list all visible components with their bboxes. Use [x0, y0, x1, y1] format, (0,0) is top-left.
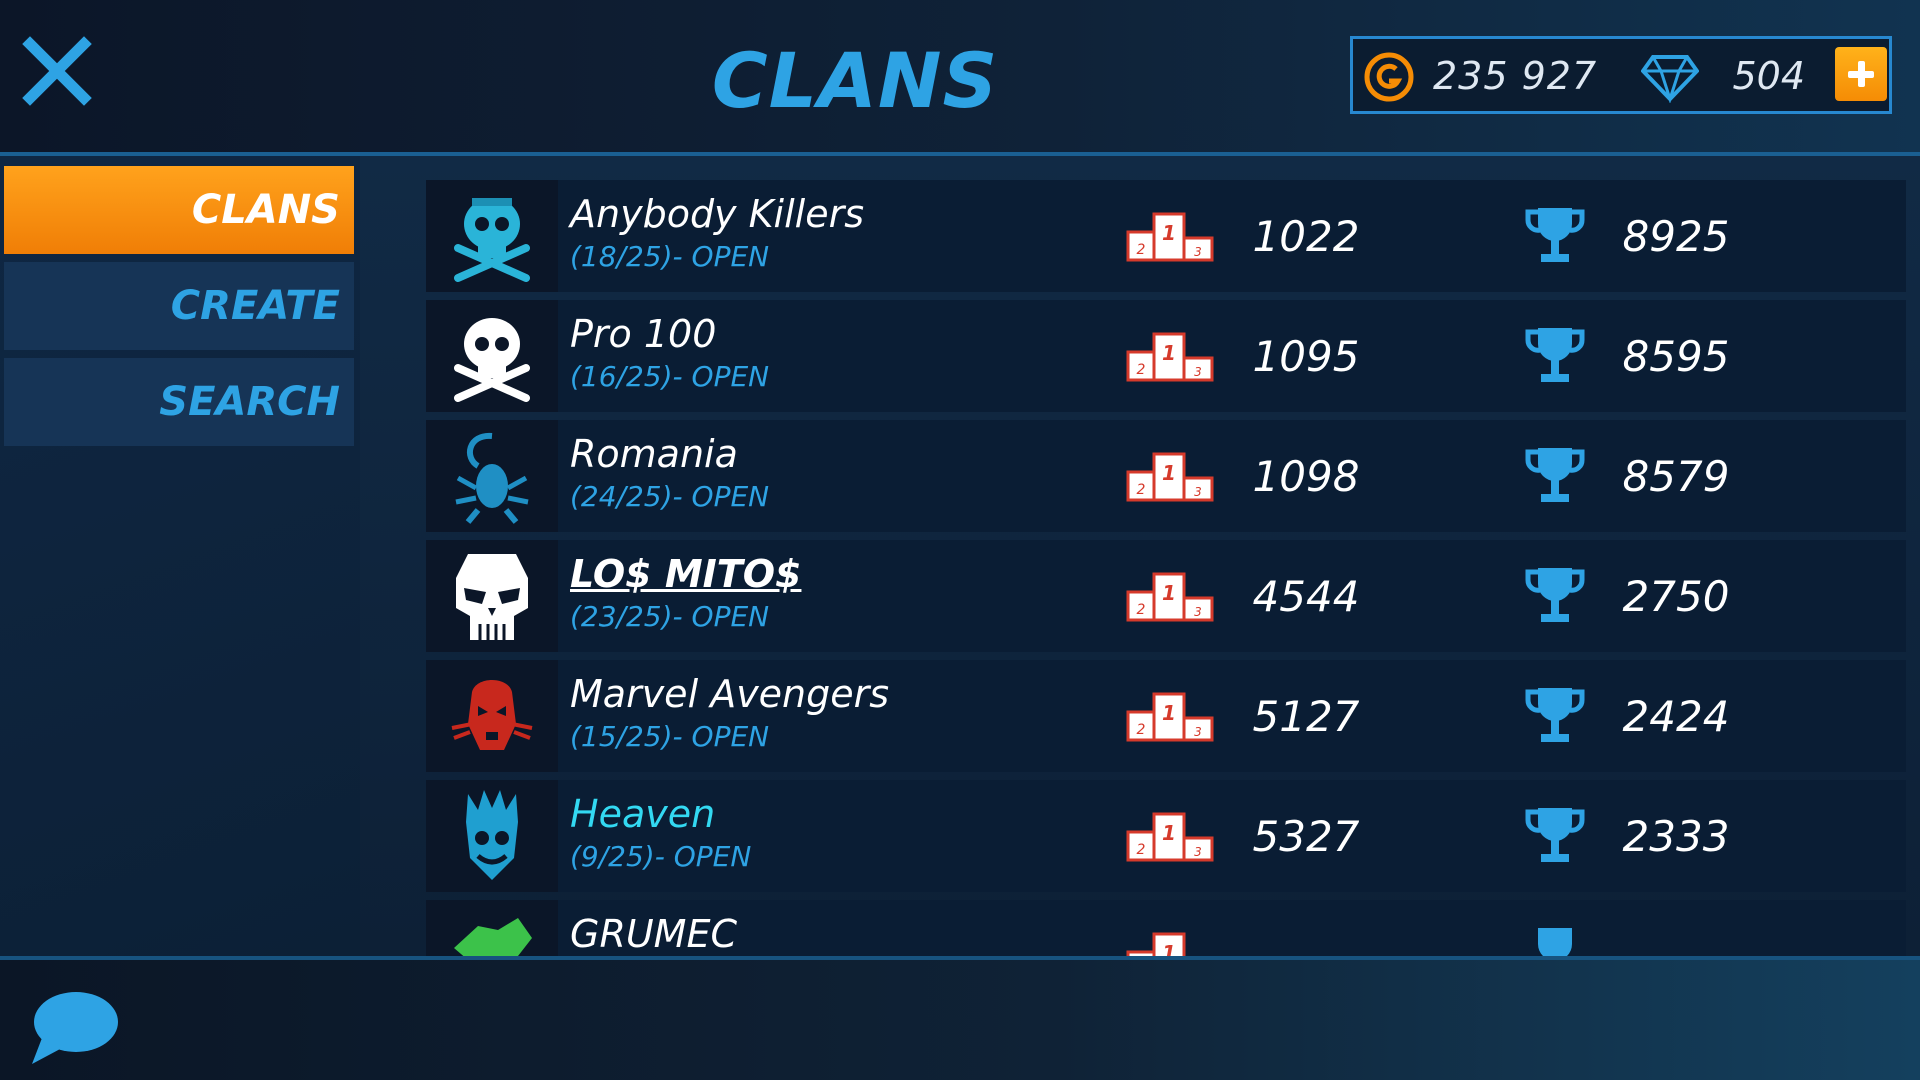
rank-value: 4544 — [1252, 572, 1360, 621]
clan-emblem — [426, 900, 558, 960]
clan-name: LO$ MITO$ — [570, 552, 802, 596]
svg-text:1: 1 — [1162, 701, 1176, 725]
clan-status: (18/25)- OPEN — [570, 240, 770, 273]
currency-panel: 235 927 504 — [1350, 36, 1892, 114]
podium-icon: 1 2 3 — [1126, 212, 1214, 262]
close-icon[interactable] — [22, 36, 92, 106]
clan-name: Heaven — [570, 792, 716, 836]
sidebar: CLANS CREATE SEARCH — [0, 156, 360, 960]
svg-text:2: 2 — [1137, 242, 1146, 258]
svg-text:3: 3 — [1194, 245, 1202, 259]
clan-row[interactable]: LO$ MITO$ (23/25)- OPEN 1 2 3 4544 2750 — [426, 540, 1906, 652]
clan-status: (9/25)- OPEN — [570, 840, 752, 873]
trophy-value: 8579 — [1622, 452, 1730, 501]
clan-name: Romania — [570, 432, 738, 476]
add-currency-button[interactable] — [1835, 47, 1887, 101]
clan-emblem — [426, 180, 558, 292]
trophy-value: 2750 — [1622, 572, 1730, 621]
rank-value: 1095 — [1252, 332, 1360, 381]
clan-row[interactable]: GRUMEC 1 — [426, 900, 1906, 960]
clan-list: Anybody Killers (18/25)- OPEN 1 2 3 1022… — [426, 180, 1906, 960]
clan-status: (24/25)- OPEN — [570, 480, 770, 513]
clan-name: Anybody Killers — [570, 192, 865, 236]
green-dragon-icon — [454, 918, 532, 960]
sidebar-item-clans[interactable]: CLANS — [4, 166, 354, 254]
podium-icon: 1 2 3 — [1126, 812, 1214, 862]
clan-name: Pro 100 — [570, 312, 717, 356]
clan-status: (15/25)- OPEN — [570, 720, 770, 753]
svg-text:3: 3 — [1194, 725, 1202, 739]
diamond-icon — [1641, 55, 1699, 103]
punisher-skull-icon — [456, 554, 528, 640]
gem-amount: 504 — [1732, 54, 1805, 98]
svg-text:2: 2 — [1137, 362, 1146, 378]
trophy-value: 2424 — [1622, 692, 1730, 741]
gold-coin-icon — [1364, 52, 1414, 102]
trophy-icon — [1525, 208, 1585, 262]
svg-text:3: 3 — [1194, 485, 1202, 499]
clan-emblem — [426, 660, 558, 772]
svg-text:2: 2 — [1137, 842, 1146, 858]
clan-status: (16/25)- OPEN — [570, 360, 770, 393]
skull-crossbones-icon — [454, 318, 530, 402]
chat-bubble-icon[interactable] — [28, 990, 120, 1068]
podium-icon: 1 2 3 — [1126, 452, 1214, 502]
rank-value: 1022 — [1252, 212, 1360, 261]
trophy-icon — [1525, 568, 1585, 622]
sidebar-item-create[interactable]: CREATE — [4, 262, 354, 350]
svg-text:3: 3 — [1194, 365, 1202, 379]
sidebar-item-search[interactable]: SEARCH — [4, 358, 354, 446]
clan-status: (23/25)- OPEN — [570, 600, 770, 633]
clan-row[interactable]: Anybody Killers (18/25)- OPEN 1 2 3 1022… — [426, 180, 1906, 292]
trophy-value: 8595 — [1622, 332, 1730, 381]
podium-icon: 1 2 3 — [1126, 692, 1214, 742]
trophy-icon — [1525, 448, 1585, 502]
svg-text:1: 1 — [1162, 221, 1176, 245]
clan-emblem — [426, 300, 558, 412]
red-mask-icon — [451, 680, 533, 750]
svg-text:1: 1 — [1162, 581, 1176, 605]
trophy-icon — [1525, 808, 1585, 862]
trophy-icon — [1525, 688, 1585, 742]
clan-emblem — [426, 780, 558, 892]
svg-text:2: 2 — [1137, 722, 1146, 738]
clan-row[interactable]: Marvel Avengers (15/25)- OPEN 1 2 3 5127… — [426, 660, 1906, 772]
clan-row[interactable]: Romania (24/25)- OPEN 1 2 3 1098 8579 — [426, 420, 1906, 532]
rank-value: 5327 — [1252, 812, 1360, 861]
clan-emblem — [426, 420, 558, 532]
skull-crossbones-icon — [454, 198, 530, 282]
trophy-value: 8925 — [1622, 212, 1730, 261]
svg-text:2: 2 — [1137, 602, 1146, 618]
svg-text:1: 1 — [1162, 341, 1176, 365]
clown-icon — [466, 790, 518, 880]
clan-row[interactable]: Pro 100 (16/25)- OPEN 1 2 3 1095 8595 — [426, 300, 1906, 412]
clan-name: Marvel Avengers — [570, 672, 890, 716]
scorpion-icon — [455, 432, 529, 524]
podium-icon: 1 2 3 — [1126, 572, 1214, 622]
trophy-icon — [1538, 928, 1572, 960]
clan-emblem — [426, 540, 558, 652]
gold-amount: 235 927 — [1433, 54, 1598, 98]
podium-icon: 1 2 3 — [1126, 332, 1214, 382]
page-title: CLANS — [711, 36, 999, 125]
trophy-icon — [1525, 328, 1585, 382]
rank-value: 1098 — [1252, 452, 1360, 501]
clan-list-area[interactable]: Anybody Killers (18/25)- OPEN 1 2 3 1022… — [360, 156, 1920, 960]
bottom-bar — [0, 960, 1920, 1080]
svg-text:1: 1 — [1162, 821, 1176, 845]
svg-text:3: 3 — [1194, 845, 1202, 859]
svg-text:1: 1 — [1162, 461, 1176, 485]
trophy-value: 2333 — [1622, 812, 1730, 861]
rank-value: 5127 — [1252, 692, 1360, 741]
svg-text:3: 3 — [1194, 605, 1202, 619]
clan-row[interactable]: Heaven (9/25)- OPEN 1 2 3 5327 2333 — [426, 780, 1906, 892]
clan-name: GRUMEC — [570, 912, 737, 956]
svg-text:2: 2 — [1137, 482, 1146, 498]
